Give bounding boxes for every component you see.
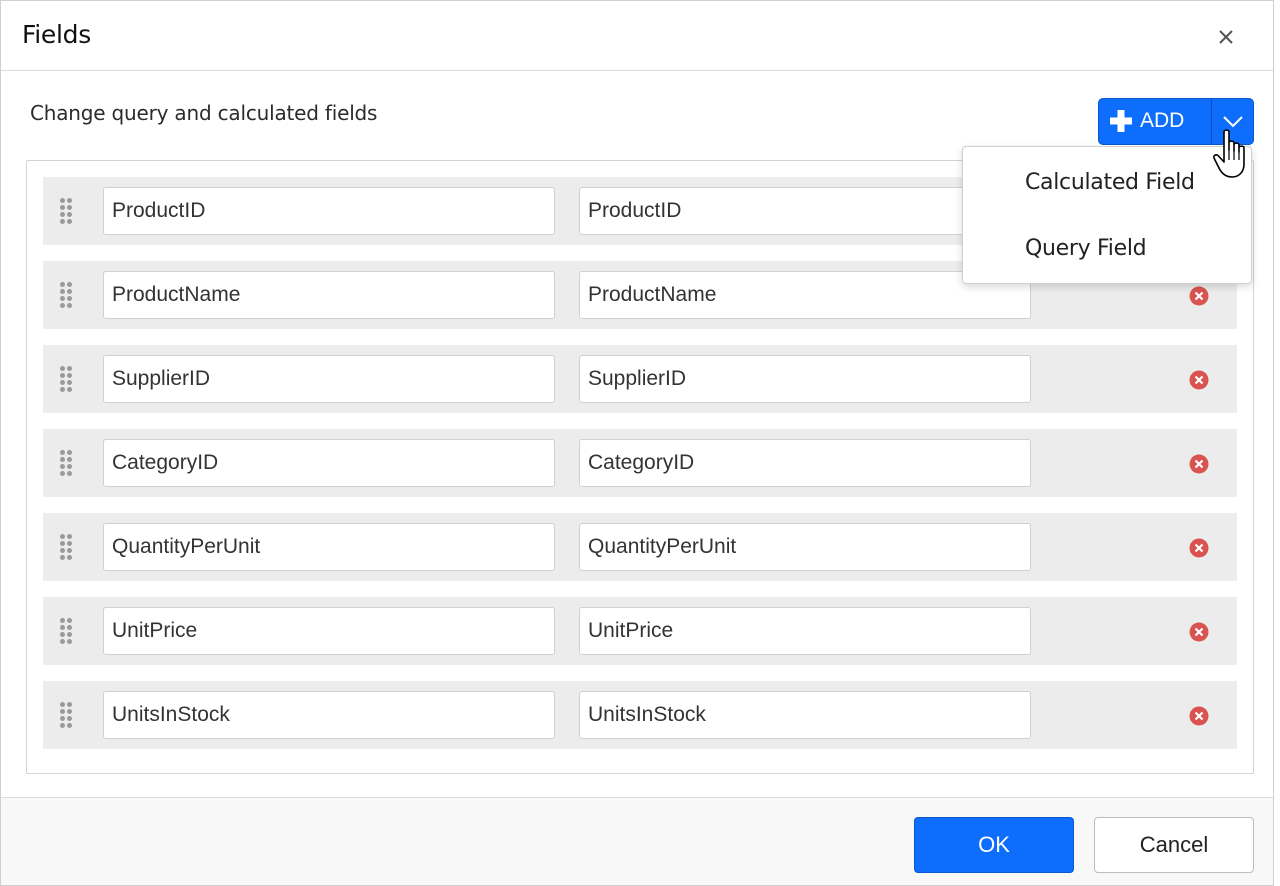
remove-circle-icon [1189, 622, 1209, 642]
field-name-input[interactable] [103, 523, 555, 571]
drag-handle-icon[interactable] [60, 450, 74, 478]
drag-handle-icon[interactable] [60, 366, 74, 394]
menu-item-calculated-field[interactable]: Calculated Field [963, 150, 1251, 216]
close-icon [1219, 30, 1233, 44]
field-row [43, 345, 1237, 413]
field-row [43, 513, 1237, 581]
close-button[interactable] [1212, 23, 1240, 51]
remove-field-button[interactable] [1189, 622, 1209, 642]
drag-handle-icon[interactable] [60, 702, 74, 730]
field-row [43, 681, 1237, 749]
remove-circle-icon [1189, 538, 1209, 558]
field-name-input[interactable] [103, 271, 555, 319]
add-button-label: ADD [1140, 109, 1185, 132]
remove-field-button[interactable] [1189, 538, 1209, 558]
plus-icon [1110, 110, 1132, 132]
field-alias-input[interactable] [579, 607, 1031, 655]
drag-handle-icon[interactable] [60, 198, 74, 226]
remove-field-button[interactable] [1189, 706, 1209, 726]
dialog-footer: OK Cancel [1, 797, 1273, 885]
field-name-input[interactable] [103, 607, 555, 655]
add-dropdown-menu: Calculated Field Query Field [962, 146, 1252, 284]
field-name-input[interactable] [103, 691, 555, 739]
field-name-input[interactable] [103, 439, 555, 487]
field-name-input[interactable] [103, 355, 555, 403]
drag-handle-icon[interactable] [60, 534, 74, 562]
remove-circle-icon [1189, 370, 1209, 390]
field-alias-input[interactable] [579, 691, 1031, 739]
add-dropdown-toggle[interactable] [1212, 99, 1253, 144]
remove-field-button[interactable] [1189, 454, 1209, 474]
field-alias-input[interactable] [579, 523, 1031, 571]
field-row [43, 597, 1237, 665]
drag-handle-icon[interactable] [60, 282, 74, 310]
remove-field-button[interactable] [1189, 370, 1209, 390]
chevron-down-icon [1223, 116, 1243, 128]
add-split-button: ADD [1098, 98, 1254, 145]
remove-circle-icon [1189, 286, 1209, 306]
dialog-header: Fields [1, 1, 1273, 71]
cancel-button[interactable]: Cancel [1094, 817, 1254, 873]
field-name-input[interactable] [103, 187, 555, 235]
field-alias-input[interactable] [579, 355, 1031, 403]
fields-dialog: Fields Change query and calculated field… [0, 0, 1274, 886]
dialog-title: Fields [22, 20, 91, 49]
field-row [43, 429, 1237, 497]
remove-circle-icon [1189, 454, 1209, 474]
remove-circle-icon [1189, 706, 1209, 726]
menu-item-query-field[interactable]: Query Field [963, 216, 1251, 282]
dialog-subtitle: Change query and calculated fields [30, 101, 378, 125]
field-alias-input[interactable] [579, 439, 1031, 487]
remove-field-button[interactable] [1189, 286, 1209, 306]
ok-button[interactable]: OK [914, 817, 1074, 873]
add-button[interactable]: ADD [1099, 99, 1211, 144]
drag-handle-icon[interactable] [60, 618, 74, 646]
